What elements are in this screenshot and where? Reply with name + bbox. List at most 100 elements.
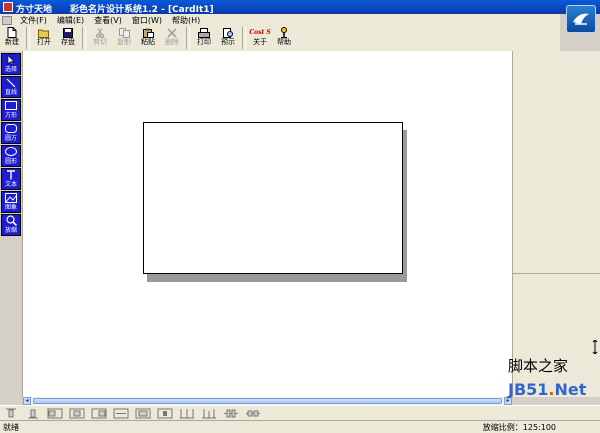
preview-button-label: 预示: [221, 38, 235, 46]
menu-help[interactable]: 帮助(H): [167, 15, 205, 26]
toolbar-separator: [186, 27, 190, 49]
tool-ellipse[interactable]: 圆形: [1, 145, 21, 167]
status-text: 就绪: [3, 423, 19, 432]
tool-ellipse-label: 圆形: [4, 158, 17, 165]
tool-text[interactable]: 文本: [1, 168, 21, 190]
tool-image-label: 图象: [4, 204, 17, 211]
copy-button[interactable]: 复制: [112, 26, 136, 50]
title-bar: 方寸天地 彩色名片设计系统1.2 - [CardIt1]: [0, 0, 600, 15]
align-top-button[interactable]: [0, 407, 22, 420]
document-menu-icon[interactable]: [2, 15, 12, 25]
toolbar-separator: [26, 27, 30, 49]
print-button[interactable]: 打印: [192, 26, 216, 50]
save-disk-icon: [63, 27, 73, 38]
align-left-icon: [47, 408, 63, 419]
cut-icon: [95, 27, 105, 38]
tool-rounded-rect-label: 圆方: [4, 135, 17, 142]
toolbar-separator: [82, 27, 86, 49]
about-button[interactable]: Cost S 关于: [248, 26, 272, 50]
zoom-ratio-status: 放缩比例：125:100: [482, 423, 556, 432]
watermark-line2: JB51.Net: [508, 380, 596, 399]
help-icon: [279, 27, 289, 38]
help-button-label: 帮助: [277, 38, 291, 46]
brand-logo: [566, 5, 596, 33]
align-top-icon: [6, 408, 16, 418]
distribute-vertical-icon: [202, 409, 216, 419]
tool-select-label: 选择: [4, 66, 17, 73]
open-button[interactable]: 打开: [32, 26, 56, 50]
align-right-button[interactable]: [88, 407, 110, 420]
zoom-icon: [5, 215, 17, 226]
same-width-button[interactable]: [220, 407, 242, 420]
print-button-label: 打印: [197, 38, 211, 46]
watermark-net: Net: [554, 380, 587, 399]
preview-button[interactable]: 预示: [216, 26, 240, 50]
save-button[interactable]: 存盘: [56, 26, 80, 50]
mouse-cursor-icon: [592, 340, 598, 354]
align-center-button[interactable]: [66, 407, 88, 420]
horizontal-scrollbar[interactable]: ◂ ▸: [23, 397, 512, 405]
print-icon: [198, 27, 210, 38]
align-fill-button[interactable]: [154, 407, 176, 420]
rounded-rect-icon: [5, 123, 17, 134]
menu-view[interactable]: 查看(V): [89, 15, 127, 26]
copy-icon: [118, 27, 130, 38]
scrollbar-thumb[interactable]: [33, 398, 502, 404]
design-canvas[interactable]: [23, 51, 512, 397]
align-left-button[interactable]: [44, 407, 66, 420]
save-button-label: 存盘: [61, 38, 75, 46]
menu-file[interactable]: 文件(F): [15, 15, 52, 26]
new-button-label: 新建: [5, 38, 19, 46]
paste-icon: [142, 27, 154, 38]
align-page-button[interactable]: [132, 407, 154, 420]
rectangle-icon: [5, 100, 17, 111]
watermark-jb51: JB51: [508, 380, 549, 399]
tool-text-label: 文本: [4, 181, 17, 188]
distribute-horizontal-icon: [180, 409, 194, 419]
tool-image[interactable]: 图象: [1, 191, 21, 213]
toolbar-separator: [242, 27, 246, 49]
align-page-icon: [135, 408, 151, 419]
cut-button[interactable]: 剪切: [88, 26, 112, 50]
same-height-icon: [246, 410, 260, 417]
tool-zoom[interactable]: 放缩: [1, 214, 21, 236]
app-icon[interactable]: [3, 2, 13, 12]
distribute-horizontal-button[interactable]: [176, 407, 198, 420]
paste-button[interactable]: 粘贴: [136, 26, 160, 50]
help-button[interactable]: 帮助: [272, 26, 296, 50]
ellipse-icon: [5, 146, 17, 157]
menu-edit[interactable]: 编辑(E): [52, 15, 89, 26]
cut-button-label: 剪切: [93, 38, 107, 46]
same-height-button[interactable]: [242, 407, 264, 420]
site-watermark: 脚本之家 JB51.Net: [508, 355, 596, 400]
about-icon: Cost S: [249, 29, 271, 36]
tool-line[interactable]: 直线: [1, 76, 21, 98]
line-icon: [6, 77, 16, 88]
watermark-line1: 脚本之家: [508, 357, 569, 375]
tool-rounded-rect[interactable]: 圆方: [1, 122, 21, 144]
preview-icon: [222, 27, 234, 38]
align-toolbar: [0, 405, 600, 421]
same-width-icon: [224, 409, 238, 418]
new-file-icon: [7, 27, 17, 38]
image-icon: [5, 192, 17, 203]
business-card[interactable]: [143, 122, 403, 274]
scroll-left-arrow-icon[interactable]: ◂: [23, 397, 31, 405]
right-panel: [512, 51, 600, 397]
tool-line-label: 直线: [4, 89, 17, 96]
align-right-icon: [91, 408, 107, 419]
delete-button[interactable]: 删除: [160, 26, 184, 50]
distribute-vertical-button[interactable]: [198, 407, 220, 420]
align-bottom-icon: [28, 409, 38, 419]
main-toolbar: 新建 打开 存盘 剪切 复制 粘贴 删除 打印 预示 Cost S 关于 帮助: [0, 26, 560, 52]
menu-window[interactable]: 窗口(W): [127, 15, 167, 26]
tool-zoom-label: 放缩: [4, 227, 17, 234]
new-button[interactable]: 新建: [0, 26, 24, 50]
tool-rectangle-label: 方形: [4, 112, 17, 119]
status-bar: 就绪 放缩比例：125:100: [0, 420, 600, 433]
align-bottom-button[interactable]: [22, 407, 44, 420]
tool-rectangle[interactable]: 方形: [1, 99, 21, 121]
tool-select[interactable]: 选择: [1, 53, 21, 75]
align-middle-button[interactable]: [110, 407, 132, 420]
select-arrow-icon: [7, 54, 15, 65]
